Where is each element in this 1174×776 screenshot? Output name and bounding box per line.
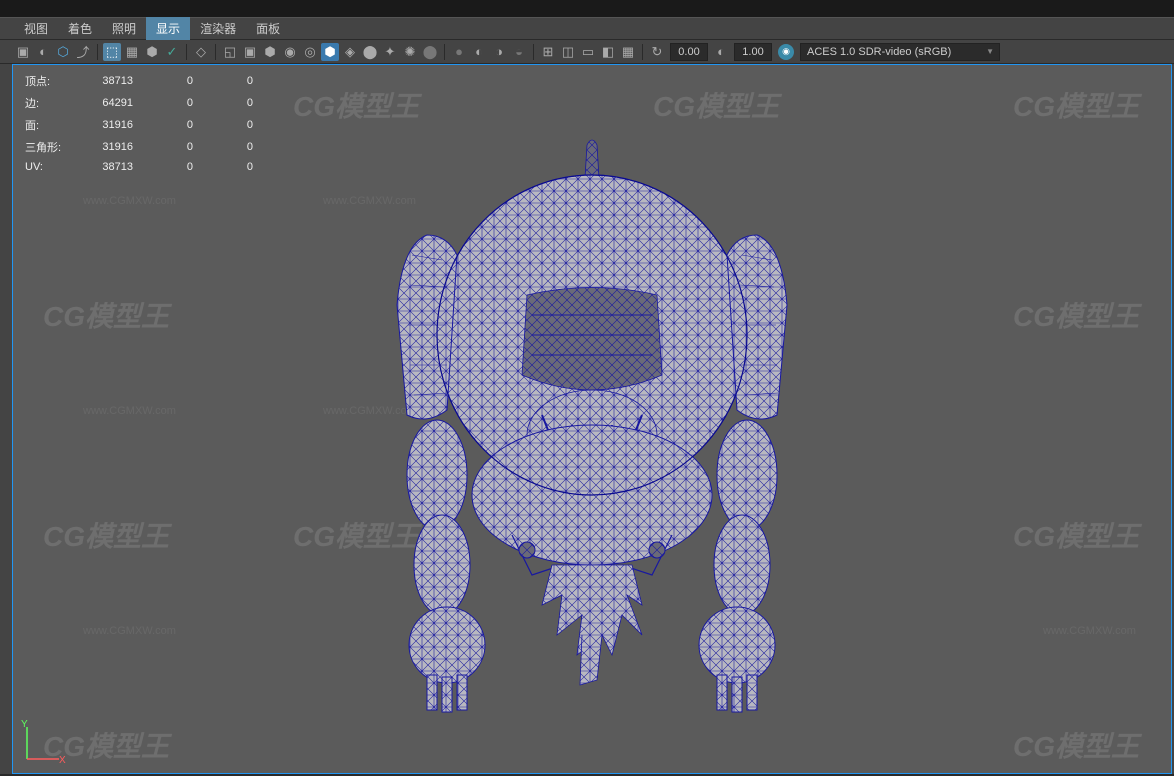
watermark-logo: CG模型王 xyxy=(653,85,779,125)
wire-on-shaded-icon[interactable]: ⬢ xyxy=(321,43,339,61)
menu-shading[interactable]: 着色 xyxy=(58,17,102,40)
svg-text:X: X xyxy=(59,755,66,766)
watermark-logo: CG模型王 xyxy=(1013,85,1139,125)
watermark-logo: CG模型王 xyxy=(1013,725,1139,765)
film-icon[interactable]: ▭ xyxy=(579,43,597,61)
bookmark-icon[interactable]: ◐ xyxy=(34,43,52,61)
watermark-url: www.CGMXW.com xyxy=(1043,625,1136,637)
gamma-icon[interactable]: ◐ xyxy=(712,43,730,61)
separator xyxy=(186,44,187,60)
menu-view[interactable]: 视图 xyxy=(14,17,58,40)
sphere2-icon[interactable]: ◐ xyxy=(470,43,488,61)
refresh-icon[interactable]: ↻ xyxy=(648,43,666,61)
select-tool-icon[interactable]: ⬚ xyxy=(103,43,121,61)
colorspace-select[interactable]: ACES 1.0 SDR-video (sRGB) xyxy=(800,43,1000,61)
watermark-url: www.CGMXW.com xyxy=(83,195,176,207)
smooth-icon[interactable]: ◉ xyxy=(281,43,299,61)
arrow-icon[interactable]: ⤴ xyxy=(74,43,92,61)
watermark-logo: CG模型王 xyxy=(1013,515,1139,555)
watermark-logo: CG模型王 xyxy=(1013,295,1139,335)
watermark-url: www.CGMXW.com xyxy=(83,625,176,637)
3d-model-wireframe xyxy=(332,125,852,765)
xray-icon[interactable]: ▣ xyxy=(241,43,259,61)
watermark-logo: CG模型王 xyxy=(43,295,169,335)
title-bar xyxy=(0,0,1174,18)
separator xyxy=(97,44,98,60)
resolution-icon[interactable]: ⊞ xyxy=(539,43,557,61)
menu-display[interactable]: 显示 xyxy=(146,17,190,40)
motion-icon[interactable]: ✺ xyxy=(401,43,419,61)
exposure-field[interactable]: 0.00 xyxy=(670,43,708,61)
camera-icon[interactable]: ▣ xyxy=(14,43,32,61)
display-icon[interactable]: ⬡ xyxy=(54,43,72,61)
mask-icon[interactable]: ▦ xyxy=(619,43,637,61)
menu-lighting[interactable]: 照明 xyxy=(102,17,146,40)
shadow-icon[interactable]: ⬤ xyxy=(361,43,379,61)
watermark-url: www.CGMXW.com xyxy=(83,405,176,417)
colorspace-icon[interactable]: ◉ xyxy=(778,44,794,60)
light-icon[interactable]: ◈ xyxy=(341,43,359,61)
grid-icon[interactable]: ▦ xyxy=(123,43,141,61)
shade-icon[interactable]: ✓ xyxy=(163,43,181,61)
separator xyxy=(444,44,445,60)
separator xyxy=(642,44,643,60)
sphere4-icon[interactable]: ◒ xyxy=(510,43,528,61)
stats-hud: 顶点:3871300 边:6429100 面:3191600 三角形:31916… xyxy=(17,69,261,177)
ghost-icon[interactable]: ◇ xyxy=(192,43,210,61)
isolate-icon[interactable]: ◱ xyxy=(221,43,239,61)
shaded-icon[interactable]: ⬢ xyxy=(261,43,279,61)
sphere3-icon[interactable]: ◑ xyxy=(490,43,508,61)
gamma-field[interactable]: 1.00 xyxy=(734,43,772,61)
wireframe-icon[interactable]: ⬢ xyxy=(143,43,161,61)
ao-icon[interactable]: ✦ xyxy=(381,43,399,61)
menu-renderer[interactable]: 渲染器 xyxy=(190,17,246,40)
viewport[interactable]: 顶点:3871300 边:6429100 面:3191600 三角形:31916… xyxy=(12,64,1172,774)
watermark-logo: CG模型王 xyxy=(293,85,419,125)
axis-gizmo: Y X xyxy=(17,719,67,769)
menu-panels[interactable]: 面板 xyxy=(246,17,290,40)
separator xyxy=(533,44,534,60)
gate-icon[interactable]: ◫ xyxy=(559,43,577,61)
toolbar: ▣ ◐ ⬡ ⤴ ⬚ ▦ ⬢ ✓ ◇ ◱ ▣ ⬢ ◉ ◎ ⬢ ◈ ⬤ ✦ ✺ ⬤ … xyxy=(0,40,1174,64)
svg-text:Y: Y xyxy=(21,719,28,730)
separator xyxy=(215,44,216,60)
textured-icon[interactable]: ◎ xyxy=(301,43,319,61)
watermark-logo: CG模型王 xyxy=(43,515,169,555)
menu-bar: 视图 着色 照明 显示 渲染器 面板 xyxy=(0,18,1174,40)
safe-icon[interactable]: ◧ xyxy=(599,43,617,61)
fog-icon[interactable]: ⬤ xyxy=(421,43,439,61)
sphere1-icon[interactable]: ● xyxy=(450,43,468,61)
